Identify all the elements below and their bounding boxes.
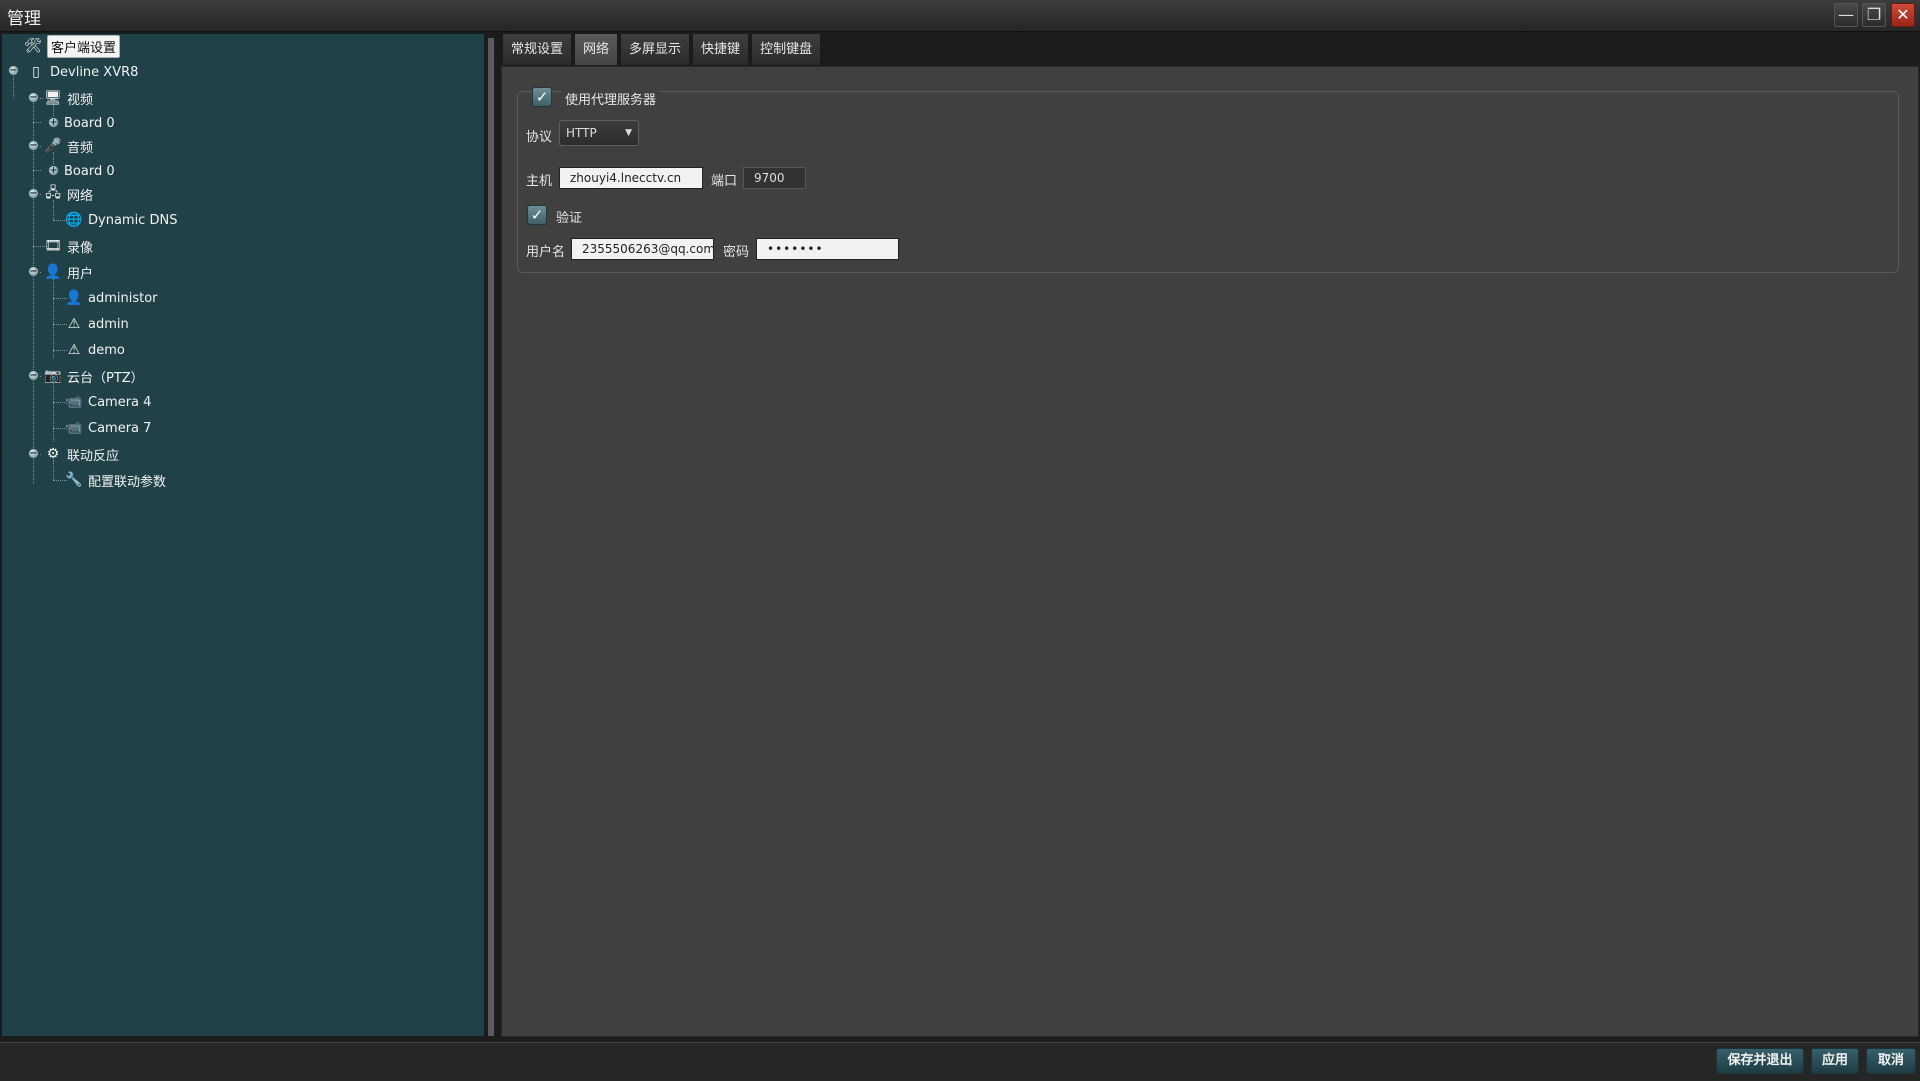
- close-icon[interactable]: ✕: [1891, 3, 1915, 27]
- camera-icon: 📹: [65, 420, 83, 436]
- protocol-select[interactable]: HTTP ▼: [559, 120, 639, 146]
- port-label: 端口: [711, 174, 738, 189]
- tree-item-video-board[interactable]: Board 0: [64, 112, 115, 134]
- globe-icon: 🌐: [65, 212, 83, 228]
- tree-item-label: 音频: [67, 140, 94, 156]
- collapse-icon[interactable]: −: [28, 92, 39, 103]
- tree-item-ptz[interactable]: 📷 云台（PTZ）: [43, 365, 144, 387]
- tree-item-label: 视频: [67, 92, 94, 108]
- monitor-icon: 🖥: [44, 90, 62, 106]
- title-bar: 管理 — ❐ ✕: [0, 0, 1920, 32]
- tree-item-label: 用户: [67, 266, 94, 282]
- tree-item-label: Board 0: [64, 163, 115, 179]
- auth-checkbox[interactable]: ✓: [527, 205, 547, 225]
- tree-item-user[interactable]: ⚠ admin: [64, 313, 129, 335]
- user-icon: 👤: [44, 264, 62, 280]
- tree-item-label: 网络: [67, 188, 94, 204]
- tree-item-user[interactable]: 👤 administor: [64, 287, 158, 309]
- tree-item-label: 录像: [67, 240, 94, 256]
- tree-item-users[interactable]: 👤 用户: [43, 261, 93, 283]
- network-monitor-icon: 🖧: [45, 185, 61, 201]
- tree-item-video[interactable]: 🖥 视频: [43, 87, 93, 109]
- collapse-icon[interactable]: −: [28, 140, 39, 151]
- tree-item-recording[interactable]: 🎞 录像: [43, 235, 93, 257]
- tree-item-audio[interactable]: 🎤 音频: [43, 135, 93, 157]
- collapse-icon[interactable]: −: [28, 188, 39, 199]
- username-label: 用户名: [526, 245, 566, 260]
- tree-item-camera[interactable]: 📹 Camera 4: [64, 391, 151, 413]
- tree-item-label: 客户端设置: [47, 34, 121, 58]
- user-warning-icon: ⚠: [67, 316, 81, 332]
- tree-item-label: administor: [88, 290, 158, 306]
- tab-network[interactable]: 网络: [574, 33, 619, 65]
- expand-icon[interactable]: +: [48, 117, 59, 128]
- tree-item-label: 云台（PTZ）: [67, 370, 144, 386]
- user-warning-icon: ⚠: [67, 342, 81, 358]
- tab-control-keyboard[interactable]: 控制键盘: [751, 33, 822, 65]
- config-icon: 🔧: [65, 472, 83, 488]
- tree-item-user[interactable]: ⚠ demo: [64, 339, 125, 361]
- tree-item-label: Camera 7: [88, 420, 152, 436]
- auth-label: 验证: [556, 211, 583, 226]
- use-proxy-checkbox[interactable]: ✓: [532, 87, 552, 107]
- panel-splitter[interactable]: [488, 38, 494, 1036]
- settings-tabs: 常规设置 网络 多屏显示 快捷键 控制键盘: [502, 33, 823, 66]
- username-input[interactable]: 2355506263@qq.com: [571, 238, 714, 260]
- tree-item-dynamic-dns[interactable]: 🌐 Dynamic DNS: [64, 209, 177, 231]
- collapse-icon[interactable]: −: [28, 370, 39, 381]
- tab-multiscreen[interactable]: 多屏显示: [620, 33, 691, 65]
- bottom-bar: [0, 1042, 1920, 1081]
- tree-item-label: Dynamic DNS: [88, 212, 178, 228]
- tree-item-label: admin: [88, 316, 129, 332]
- ptz-camera-icon: 📷: [44, 368, 62, 384]
- password-input[interactable]: •••••••: [756, 238, 899, 260]
- tree-item-label: 联动反应: [67, 448, 120, 464]
- chevron-down-icon: ▼: [625, 128, 632, 138]
- expand-icon[interactable]: +: [48, 165, 59, 176]
- tree-item-label: 配置联动参数: [88, 474, 167, 490]
- protocol-label: 协议: [526, 130, 553, 145]
- cancel-button[interactable]: 取消: [1866, 1048, 1916, 1074]
- host-label: 主机: [526, 174, 553, 189]
- save-exit-button[interactable]: 保存并退出: [1716, 1048, 1804, 1074]
- port-input[interactable]: 9700: [743, 167, 806, 189]
- use-proxy-label: 使用代理服务器: [561, 89, 661, 108]
- collapse-icon[interactable]: −: [28, 448, 39, 459]
- tree-item-client-settings[interactable]: 🛠 客户端设置: [23, 34, 121, 58]
- tree-item-linkage[interactable]: ⚙ 联动反应: [43, 443, 119, 465]
- collapse-icon[interactable]: −: [8, 65, 19, 76]
- tree-item-linkage-config[interactable]: 🔧 配置联动参数: [64, 469, 166, 491]
- linkage-icon: ⚙: [46, 446, 60, 462]
- tools-icon: 🛠: [24, 38, 42, 54]
- tree-item-camera[interactable]: 📹 Camera 7: [64, 417, 151, 439]
- tree-item-label: demo: [88, 342, 125, 358]
- tree-item-label: Camera 4: [88, 394, 152, 410]
- tree-item-label: Devline XVR8: [50, 64, 139, 80]
- film-reel-icon: 🎞: [44, 238, 62, 254]
- host-input[interactable]: zhouyi4.lnecctv.cn: [559, 167, 703, 189]
- tab-hotkeys[interactable]: 快捷键: [692, 33, 750, 65]
- apply-button[interactable]: 应用: [1811, 1048, 1859, 1074]
- password-label: 密码: [723, 245, 750, 260]
- collapse-icon[interactable]: −: [28, 266, 39, 277]
- maximize-icon[interactable]: ❐: [1862, 3, 1886, 27]
- user-ok-icon: 👤: [65, 290, 83, 306]
- tree-item-network[interactable]: 🖧 网络: [43, 183, 93, 205]
- window-title: 管理: [7, 9, 41, 29]
- minimize-icon[interactable]: —: [1834, 3, 1858, 27]
- microphone-icon: 🎤: [44, 138, 62, 154]
- settings-tree: 🛠 客户端设置 − ▯ Devline XVR8 − 🖥 视频 + Board …: [1, 33, 485, 1037]
- server-icon: ▯: [32, 64, 40, 80]
- tree-item-label: Board 0: [64, 115, 115, 131]
- camera-icon: 📹: [65, 394, 83, 410]
- tree-item-audio-board[interactable]: Board 0: [64, 160, 115, 182]
- tree-item-device[interactable]: ▯ Devline XVR8: [26, 61, 138, 83]
- tab-general[interactable]: 常规设置: [502, 33, 573, 65]
- protocol-value: HTTP: [566, 126, 597, 140]
